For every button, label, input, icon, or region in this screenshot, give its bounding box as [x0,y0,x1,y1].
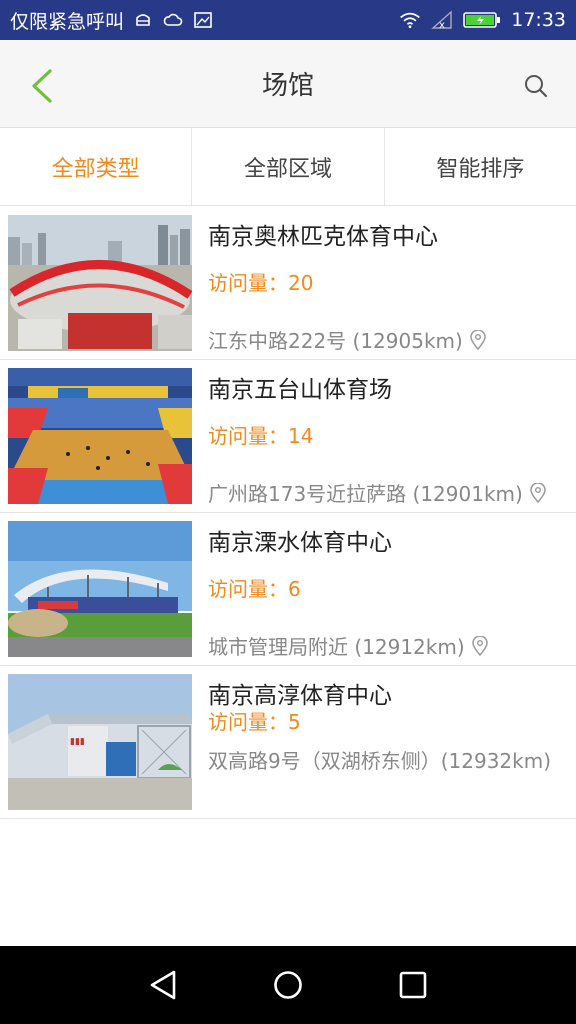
home-circle-icon [274,971,302,999]
nav-home-button[interactable] [263,960,313,1010]
venue-address-row: 广州路173号近拉萨路 (12901km) [208,478,547,507]
recents-square-icon [400,971,427,999]
android-debug-icon [132,9,154,31]
venue-photo [8,368,192,504]
system-nav-bar [0,946,576,1024]
venue-visits: 访问量：6 [208,577,301,601]
search-icon [525,75,548,98]
status-bar: 仅限紧急呼叫 x 17:33 [0,0,576,40]
venue-address-row: 城市管理局附近 (12912km) [208,631,489,660]
venue-address: 城市管理局附近 (12912km) [208,635,465,659]
venue-item[interactable]: 南京五台山体育场 访问量：14 广州路173号近拉萨路 (12901km) [0,360,576,513]
venue-address: 江东中路222号 (12905km) [208,329,463,353]
venue-photo [8,521,192,657]
cloud-icon [162,9,184,31]
filter-region-tab[interactable]: 全部区域 [192,128,385,205]
signal-icon: x [431,9,453,31]
wifi-icon [399,9,421,31]
venue-address: 双高路9号（双湖桥东侧）(12932km) [208,749,552,773]
battery-charging-icon [463,9,501,31]
venue-item[interactable]: 南京溧水体育中心 访问量：6 城市管理局附近 (12912km) [0,513,576,666]
location-pin-icon[interactable] [529,482,547,503]
carrier-text: 仅限紧急呼叫 [10,10,125,33]
filter-type-tab[interactable]: 全部类型 [0,128,193,205]
venue-item[interactable]: ▮▮▮ 南京高淳体育中心 访问量：5 双高路9号（双湖桥东侧）(12932km) [0,666,576,819]
venue-item[interactable]: 南京奥林匹克体育中心 访问量：20 江东中路222号 (12905km) [0,207,576,360]
venue-name: 南京五台山体育场 [208,377,392,403]
chevron-left-icon [32,69,52,103]
venue-photo: ▮▮▮ [8,674,192,810]
nav-recents-button[interactable] [388,960,438,1010]
image-icon [192,9,214,31]
location-pin-icon[interactable] [469,329,487,350]
venue-visits: 访问量：20 [208,271,314,295]
app-bar: 场馆 [0,40,576,128]
filter-sort-tab[interactable]: 智能排序 [385,128,576,205]
venue-visits: 访问量：5 [208,710,301,734]
venue-photo [8,215,192,351]
venue-name: 南京高淳体育中心 [208,683,392,709]
venue-name: 南京溧水体育中心 [208,530,392,556]
page-title: 场馆 [261,71,314,101]
location-pin-icon[interactable] [471,635,489,656]
nav-back-button[interactable] [138,960,188,1010]
venue-address-row: 江东中路222号 (12905km) [208,325,487,354]
svg-text:▮▮▮: ▮▮▮ [70,737,85,747]
back-triangle-icon [150,970,175,1000]
venue-name: 南京奥林匹克体育中心 [208,224,438,250]
svg-text:x: x [439,20,445,30]
clock-time: 17:33 [511,9,566,31]
venue-list: 南京奥林匹克体育中心 访问量：20 江东中路222号 (12905km) 南京五… [0,207,576,819]
venue-address: 广州路173号近拉萨路 (12901km) [208,482,523,506]
back-button[interactable] [20,64,64,108]
filter-bar: 全部类型 全部区域 智能排序 [0,128,576,206]
venue-visits: 访问量：14 [208,424,314,448]
search-button[interactable] [516,66,556,106]
